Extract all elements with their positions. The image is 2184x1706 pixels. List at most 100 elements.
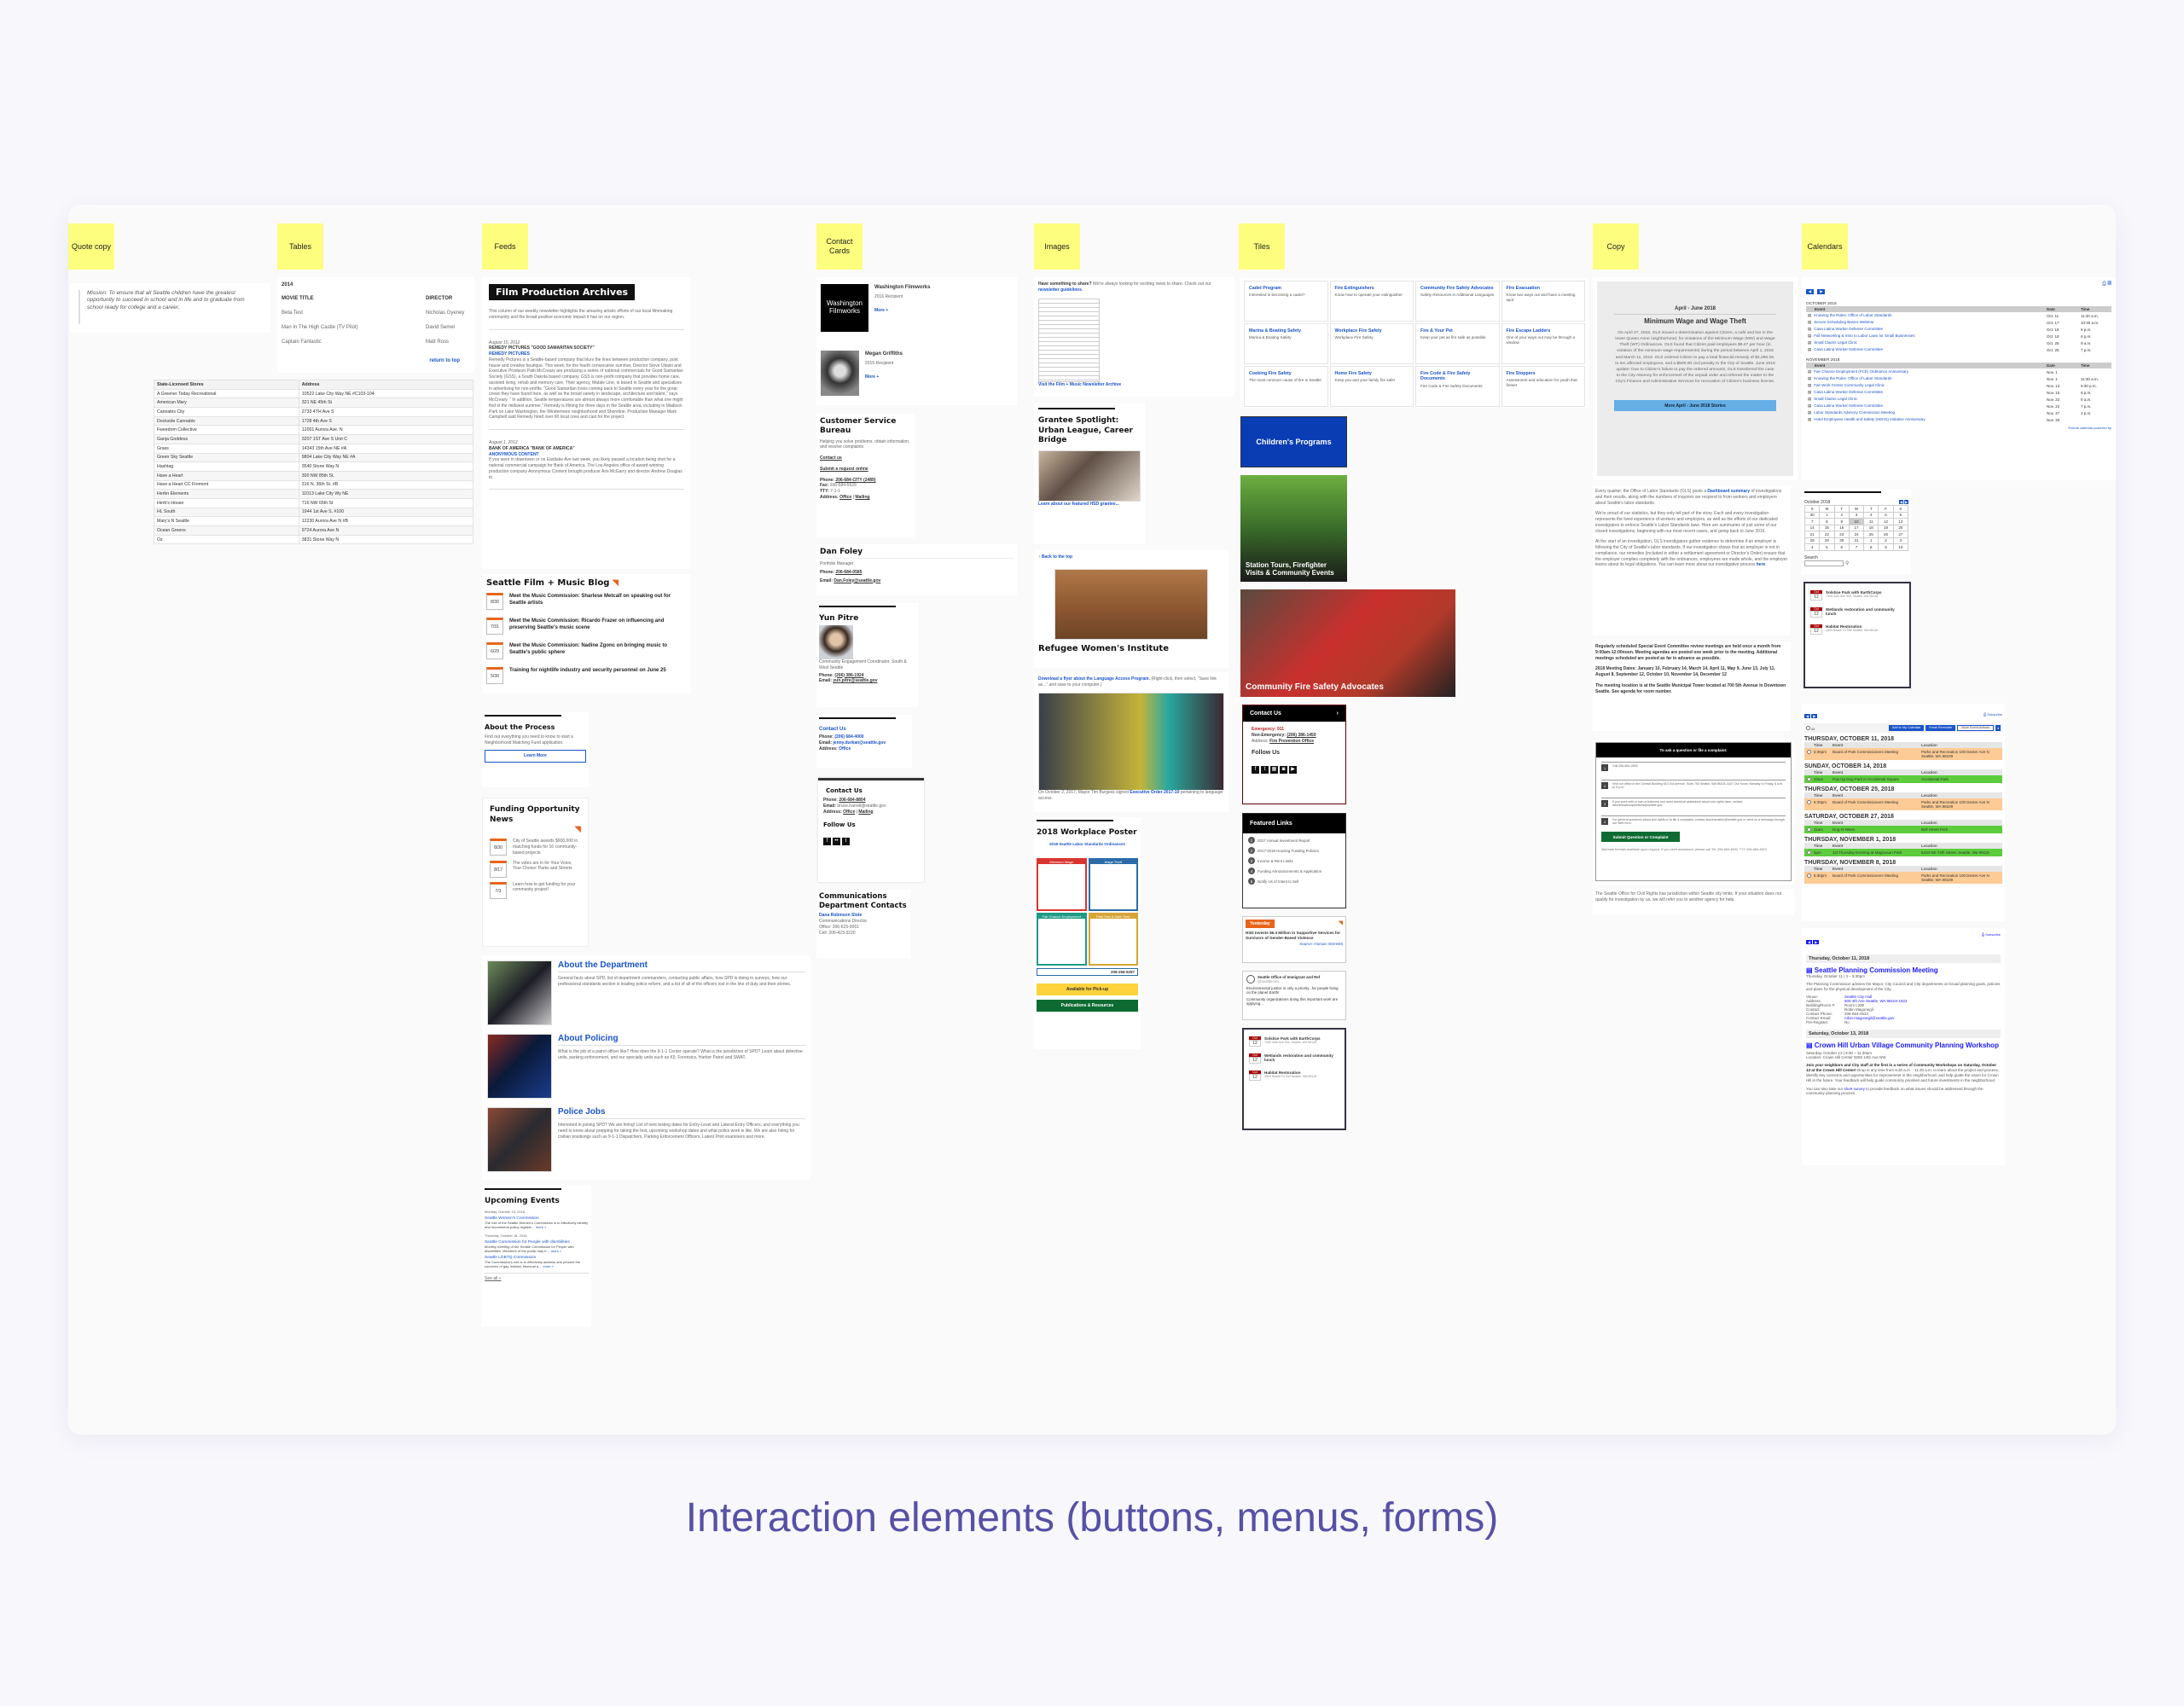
childrens-programs-tile[interactable]: Children's Programs: [1240, 416, 1347, 467]
available-pickup-button[interactable]: Available for Pick-up: [1037, 984, 1138, 995]
featured-link[interactable]: 1 2017 Annual Investment Report: [1248, 837, 1340, 844]
facebook-icon[interactable]: f: [823, 838, 831, 846]
tile-title[interactable]: Community Fire Safety Advocates: [1420, 286, 1495, 291]
event-name[interactable]: Dog-O-Ween: [1833, 827, 1921, 832]
event-name[interactable]: Board of Park Commissioners Meeting: [1833, 873, 1921, 882]
event-name[interactable]: Pop Up Dog Park in Occidental Square: [1833, 777, 1921, 781]
fire-prevention-link[interactable]: Fire Prevention Office: [1269, 739, 1314, 744]
phone-link[interactable]: 206-684-CITY (2489): [835, 478, 875, 483]
event-title[interactable]: Wetlands restoration and community lunch: [1826, 607, 1904, 616]
subscribe-icon[interactable]: ▤: [2107, 281, 2111, 287]
print-icon[interactable]: ⎙: [1984, 712, 1986, 717]
calendar-day[interactable]: 5: [1878, 511, 1894, 519]
office-link[interactable]: Office: [843, 809, 855, 815]
rss-icon[interactable]: ◥: [490, 825, 581, 834]
featured-link-label[interactable]: 2017 Annual Investment Report: [1258, 838, 1310, 843]
event-link[interactable]: Fall Networking & Intro to Labor Laws fo…: [1814, 334, 1914, 338]
tile-title[interactable]: Fire Escape Ladders: [1507, 328, 1581, 334]
publications-button[interactable]: Publications & Resources: [1037, 1000, 1138, 1012]
calendar-day[interactable]: 4: [1804, 543, 1821, 551]
add-to-calendar-button[interactable]: Add to My Calendar: [1888, 725, 1925, 731]
featured-link-label[interactable]: Income & Rent Limits: [1258, 859, 1293, 863]
calendar-day[interactable]: 31: [1848, 537, 1865, 544]
flickr-icon[interactable]: ••: [833, 838, 840, 846]
select-all-checkbox[interactable]: [1806, 725, 1810, 730]
facebook-icon[interactable]: f: [1252, 765, 1259, 774]
event-link[interactable]: Fair Work Center Community Legal Clinic: [1814, 383, 1885, 387]
calendar-day[interactable]: 8: [1863, 543, 1879, 551]
tile-title[interactable]: Fire Code & Fire Safety Documents: [1420, 371, 1495, 382]
blog-item-title[interactable]: Meet the Music Commission: Sharlese Metc…: [509, 593, 687, 606]
event-link[interactable]: Casa Latina Worker Defense Committee: [1814, 327, 1883, 331]
print-icon[interactable]: ⎙: [1982, 932, 1984, 937]
prev-button[interactable]: ◀: [1806, 940, 1813, 944]
calendar-day[interactable]: 26: [1878, 531, 1894, 538]
tile[interactable]: Fire Evacuation Know two ways out and hav…: [1501, 281, 1585, 322]
event-link[interactable]: Casa Latina Worker Defense Committee: [1814, 347, 1883, 351]
non-emergency-link[interactable]: (206) 386-1450: [1287, 733, 1316, 738]
event-item[interactable]: Oct 12 Habitat Restoration 4503 Beach Dr SW…: [1810, 624, 1904, 635]
back-to-top-link[interactable]: ↑ Back to the top: [1038, 554, 1224, 560]
blog-item[interactable]: 7/31 Meet the Music Commission: Ricardo F…: [486, 618, 687, 635]
tile[interactable]: Cadet Program Interested in becoming a ca…: [1244, 281, 1328, 322]
calendar-day[interactable]: 9: [1833, 518, 1850, 525]
funding-item[interactable]: 8/30 City of Seattle awards $900,000 in m…: [490, 838, 581, 856]
calendar-day[interactable]: 1: [1863, 537, 1879, 544]
tile[interactable]: Fire Code & Fire Safety Documents Fire Co…: [1415, 366, 1500, 407]
funding-item-text[interactable]: Learn how to get funding for your commun…: [513, 882, 581, 894]
calendar-day[interactable]: 22: [1819, 531, 1835, 538]
instagram-icon[interactable]: ◙: [1280, 765, 1287, 774]
event-link[interactable]: Knowing the Rules: Office of Labor Stand…: [1814, 376, 1891, 380]
grantee-link[interactable]: Learn about our featured HSD grantee...: [1038, 502, 1141, 508]
blog-item-title[interactable]: Meet the Music Commission: Ricardo Fraze…: [509, 618, 687, 631]
calendar-day[interactable]: 24: [1848, 531, 1865, 538]
funding-item-text[interactable]: City of Seattle awards $900,000 in match…: [513, 838, 581, 856]
event-link[interactable]: Fair Chance Employment (FCE) Ordinance A…: [1814, 369, 1908, 374]
email-link[interactable]: Dan.Foley@seattle.gov: [834, 578, 880, 583]
detail-value[interactable]: robin.magonegil@seattle.gov: [1844, 1016, 1894, 1020]
flickr-icon[interactable]: ▦: [1270, 765, 1278, 774]
calendar-day[interactable]: 30: [1833, 537, 1850, 544]
archive-link[interactable]: Visit the Film + Music Newsletter Archiv…: [1038, 382, 1230, 388]
here-link[interactable]: here: [1757, 562, 1766, 567]
event-title-link[interactable]: ▤ Crown Hill Urban Village Community Pla…: [1806, 1042, 2001, 1051]
event-checkbox[interactable]: [1807, 850, 1811, 855]
see-all-link[interactable]: See all »: [485, 1273, 589, 1282]
calendar-day[interactable]: 28: [1804, 537, 1821, 544]
blog-item[interactable]: 6/29 Meet the Music Commission: Nadine Zg…: [486, 642, 687, 659]
calendar-day[interactable]: 23: [1833, 531, 1850, 538]
tile[interactable]: Marina & Boating Safety Marina & Boating …: [1244, 323, 1328, 364]
event-item[interactable]: Oct 12 Wetlands restoration and community …: [1249, 1053, 1339, 1064]
more-stories-button[interactable]: More April - June 2018 Stories: [1614, 400, 1776, 412]
featured-link-label[interactable]: Funding Announcements & Application: [1258, 869, 1321, 873]
event-row[interactable]: 11am Dog-O-Ween Bell Street Park: [1804, 826, 2002, 833]
newsletter-thumbnail[interactable]: [1038, 298, 1100, 382]
tile-title[interactable]: Fire Stoppers: [1507, 371, 1581, 376]
calendar-day[interactable]: 21: [1804, 531, 1821, 538]
entry-company-link[interactable]: ANONYMOUS CONTENT: [489, 452, 684, 458]
event-row[interactable]: 10am Pop Up Dog Park in Occidental Square…: [1804, 775, 2002, 783]
email-link[interactable]: jenny.durkan@seattle.gov: [833, 740, 886, 746]
next-month-button[interactable]: ▶: [1817, 288, 1826, 294]
calendar-day[interactable]: 1: [1819, 511, 1835, 519]
calendar-day[interactable]: 3: [1892, 537, 1909, 544]
calendar-day[interactable]: 15: [1819, 524, 1835, 531]
tile-title[interactable]: Marina & Boating Safety: [1249, 328, 1323, 334]
chevron-down-icon[interactable]: ▾: [1995, 725, 2001, 731]
spd-photo[interactable]: [487, 1107, 552, 1172]
featured-link[interactable]: 4 Funding Announcements & Application: [1248, 868, 1340, 874]
event-link[interactable]: Labor Standards Advisory Commission Meet…: [1814, 410, 1895, 415]
calendar-today[interactable]: 10: [1848, 518, 1865, 525]
calendar-day[interactable]: 6: [1833, 543, 1850, 551]
event-checkbox[interactable]: [1807, 827, 1811, 832]
event-name[interactable]: Board of Park Commissioners Meeting: [1833, 800, 1921, 809]
calendar-day[interactable]: 5: [1819, 543, 1835, 551]
tile-title[interactable]: Fire Evacuation: [1507, 286, 1581, 291]
more-link[interactable]: more »: [551, 1249, 561, 1253]
event-item[interactable]: Oct 12 Solstice Park with EarthCorps 7400 4…: [1810, 590, 1904, 601]
office-link[interactable]: Office: [839, 746, 851, 751]
spd-title-link[interactable]: About the Department: [558, 960, 805, 972]
next-month-button[interactable]: ▶: [1903, 500, 1908, 504]
spd-title-link[interactable]: Police Jobs: [558, 1107, 805, 1119]
tile-title[interactable]: Cadet Program: [1249, 286, 1323, 291]
